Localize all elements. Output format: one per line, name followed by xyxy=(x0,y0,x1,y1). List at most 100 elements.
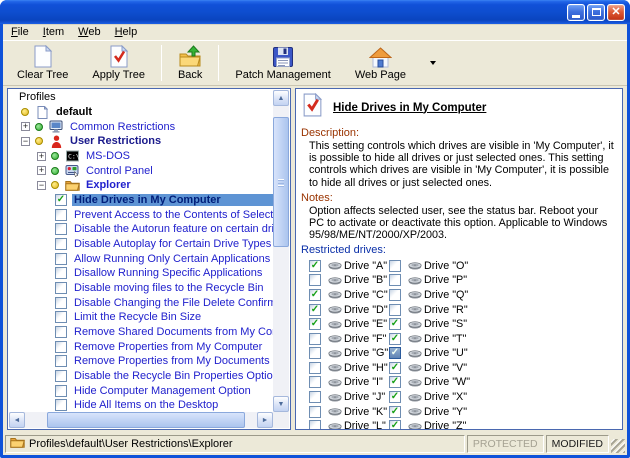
tree-item-disable-moving-files-to-the-recycle-bin[interactable]: Disable moving files to the Recycle Bin xyxy=(9,281,273,296)
tree-item-allow-running-only-certain-applications[interactable]: Allow Running Only Certain Applications xyxy=(9,251,273,266)
expand-toggle-icon[interactable]: − xyxy=(21,137,30,146)
drive-row-drive-v[interactable]: ✓Drive "V" xyxy=(389,361,470,376)
drive-row-drive-y[interactable]: ✓Drive "Y" xyxy=(389,404,470,419)
drive-row-drive-a[interactable]: ✓Drive "A" xyxy=(309,258,389,273)
web-page-button[interactable]: Web Page xyxy=(343,43,418,83)
drive-row-drive-u[interactable]: ✓Drive "U" xyxy=(389,346,470,361)
drive-row-drive-r[interactable]: Drive "R" xyxy=(389,302,470,317)
drive-checkbox[interactable]: ✓ xyxy=(309,289,321,301)
drive-checkbox[interactable]: ✓ xyxy=(389,376,401,388)
drive-row-drive-h[interactable]: Drive "H" xyxy=(309,361,389,376)
drive-row-drive-c[interactable]: ✓Drive "C" xyxy=(309,288,389,303)
drive-row-drive-z[interactable]: ✓Drive "Z" xyxy=(389,419,470,430)
menu-help[interactable]: Help xyxy=(108,25,145,39)
drive-row-drive-e[interactable]: ✓Drive "E" xyxy=(309,317,389,332)
tree-item-limit-the-recycle-bin-size[interactable]: Limit the Recycle Bin Size xyxy=(9,310,273,325)
drive-checkbox[interactable] xyxy=(309,420,321,430)
maximize-button[interactable] xyxy=(587,4,605,21)
drive-row-drive-f[interactable]: Drive "F" xyxy=(309,331,389,346)
drive-row-drive-p[interactable]: Drive "P" xyxy=(389,273,470,288)
expand-toggle-icon[interactable]: + xyxy=(37,166,46,175)
item-checkbox[interactable] xyxy=(55,311,67,323)
drive-row-drive-w[interactable]: ✓Drive "W" xyxy=(389,375,470,390)
toolbar-more-button[interactable] xyxy=(424,44,442,82)
tree-vertical-scrollbar[interactable]: ▲ ▼ xyxy=(273,90,289,412)
scroll-up-icon[interactable]: ▲ xyxy=(273,90,289,106)
tree-item-ms-dos[interactable]: +C:\MS-DOS xyxy=(9,149,273,164)
drive-checkbox[interactable]: ✓ xyxy=(389,333,401,345)
tree-item-hide-computer-management-option[interactable]: Hide Computer Management Option xyxy=(9,383,273,398)
scroll-left-icon[interactable]: ◄ xyxy=(9,412,25,428)
tree-item-disable-the-recycle-bin-properties-option[interactable]: Disable the Recycle Bin Properties Optio… xyxy=(9,369,273,384)
tree-item-hide-drives-in-my-computer[interactable]: ✓Hide Drives in My Computer xyxy=(9,193,273,208)
menu-file[interactable]: File xyxy=(4,25,36,39)
tree-item-common-restrictions[interactable]: +Common Restrictions xyxy=(9,119,273,134)
scroll-right-icon[interactable]: ► xyxy=(257,412,273,428)
drive-checkbox[interactable] xyxy=(309,333,321,345)
drive-checkbox[interactable]: ✓ xyxy=(389,406,401,418)
tree-item-prevent-access-to-the-contents-of-selected[interactable]: Prevent Access to the Contents of Select… xyxy=(9,207,273,222)
expand-toggle-icon[interactable]: + xyxy=(21,122,30,131)
drive-checkbox[interactable] xyxy=(389,304,401,316)
drive-checkbox[interactable]: ✓ xyxy=(309,304,321,316)
drive-checkbox[interactable] xyxy=(309,376,321,388)
item-checkbox[interactable] xyxy=(55,238,67,250)
drive-row-drive-l[interactable]: Drive "L" xyxy=(309,419,389,430)
drive-checkbox[interactable] xyxy=(389,260,401,272)
scroll-down-icon[interactable]: ▼ xyxy=(273,396,289,412)
item-checkbox[interactable] xyxy=(55,282,67,294)
tree-item-remove-shared-documents-from-my-computer[interactable]: Remove Shared Documents from My Computer xyxy=(9,325,273,340)
tree-item-control-panel[interactable]: +Control Panel xyxy=(9,163,273,178)
item-checkbox[interactable] xyxy=(55,385,67,397)
drive-checkbox[interactable] xyxy=(309,362,321,374)
resize-grip[interactable] xyxy=(611,439,625,453)
tree-horizontal-scrollbar[interactable]: ◄ ► xyxy=(9,412,273,428)
tree-item-hide-all-items-on-the-desktop[interactable]: Hide All Items on the Desktop xyxy=(9,398,273,412)
drive-row-drive-q[interactable]: Drive "Q" xyxy=(389,288,470,303)
drive-checkbox[interactable] xyxy=(389,274,401,286)
titlebar[interactable]: ✕ xyxy=(0,0,630,24)
expand-toggle-icon[interactable]: − xyxy=(37,181,46,190)
tree-item-profiles[interactable]: Profiles xyxy=(9,90,273,105)
tree-item-disable-changing-the-file-delete-confirmat[interactable]: Disable Changing the File Delete Confirm… xyxy=(9,295,273,310)
item-checkbox[interactable] xyxy=(55,355,67,367)
tree-item-disallow-running-specific-applications[interactable]: Disallow Running Specific Applications xyxy=(9,266,273,281)
drive-row-drive-x[interactable]: ✓Drive "X" xyxy=(389,390,470,405)
item-checkbox[interactable] xyxy=(55,267,67,279)
item-checkbox[interactable] xyxy=(55,223,67,235)
drive-row-drive-k[interactable]: Drive "K" xyxy=(309,404,389,419)
drive-checkbox[interactable] xyxy=(309,406,321,418)
item-checkbox[interactable] xyxy=(55,297,67,309)
expand-toggle-icon[interactable]: + xyxy=(37,152,46,161)
clear-tree-button[interactable]: Clear Tree xyxy=(5,43,80,83)
patch-management-button[interactable]: Patch Management xyxy=(223,43,342,83)
item-checkbox[interactable] xyxy=(55,399,67,411)
drive-checkbox[interactable]: ✓ xyxy=(389,318,401,330)
menu-web[interactable]: Web xyxy=(71,25,107,39)
tree-item-explorer[interactable]: −Explorer xyxy=(9,178,273,193)
drive-row-drive-i[interactable]: Drive "I" xyxy=(309,375,389,390)
drive-checkbox[interactable] xyxy=(309,347,321,359)
tree-item-remove-properties-from-my-computer[interactable]: Remove Properties from My Computer xyxy=(9,339,273,354)
drive-checkbox[interactable]: ✓ xyxy=(309,260,321,272)
item-checkbox[interactable] xyxy=(55,209,67,221)
drive-row-drive-s[interactable]: ✓Drive "S" xyxy=(389,317,470,332)
item-checkbox[interactable] xyxy=(55,341,67,353)
tree-item-remove-properties-from-my-documents[interactable]: Remove Properties from My Documents xyxy=(9,354,273,369)
drive-row-drive-d[interactable]: ✓Drive "D" xyxy=(309,302,389,317)
drive-row-drive-j[interactable]: Drive "J" xyxy=(309,390,389,405)
item-checkbox[interactable] xyxy=(55,326,67,338)
apply-tree-button[interactable]: Apply Tree xyxy=(80,43,157,83)
tree-item-disable-the-autorun-feature-on-certain-dri[interactable]: Disable the Autorun feature on certain d… xyxy=(9,222,273,237)
tree-item-user-restrictions[interactable]: −User Restrictions xyxy=(9,134,273,149)
drive-checkbox[interactable]: ✓ xyxy=(309,318,321,330)
item-checkbox[interactable] xyxy=(55,370,67,382)
drive-row-drive-o[interactable]: Drive "O" xyxy=(389,258,470,273)
drive-row-drive-t[interactable]: ✓Drive "T" xyxy=(389,331,470,346)
back-button[interactable]: Back xyxy=(166,43,214,83)
drive-row-drive-g[interactable]: Drive "G" xyxy=(309,346,389,361)
drive-checkbox[interactable] xyxy=(309,391,321,403)
drive-checkbox[interactable]: ✓ xyxy=(389,420,401,430)
minimize-button[interactable] xyxy=(567,4,585,21)
drive-checkbox[interactable]: ✓ xyxy=(389,391,401,403)
